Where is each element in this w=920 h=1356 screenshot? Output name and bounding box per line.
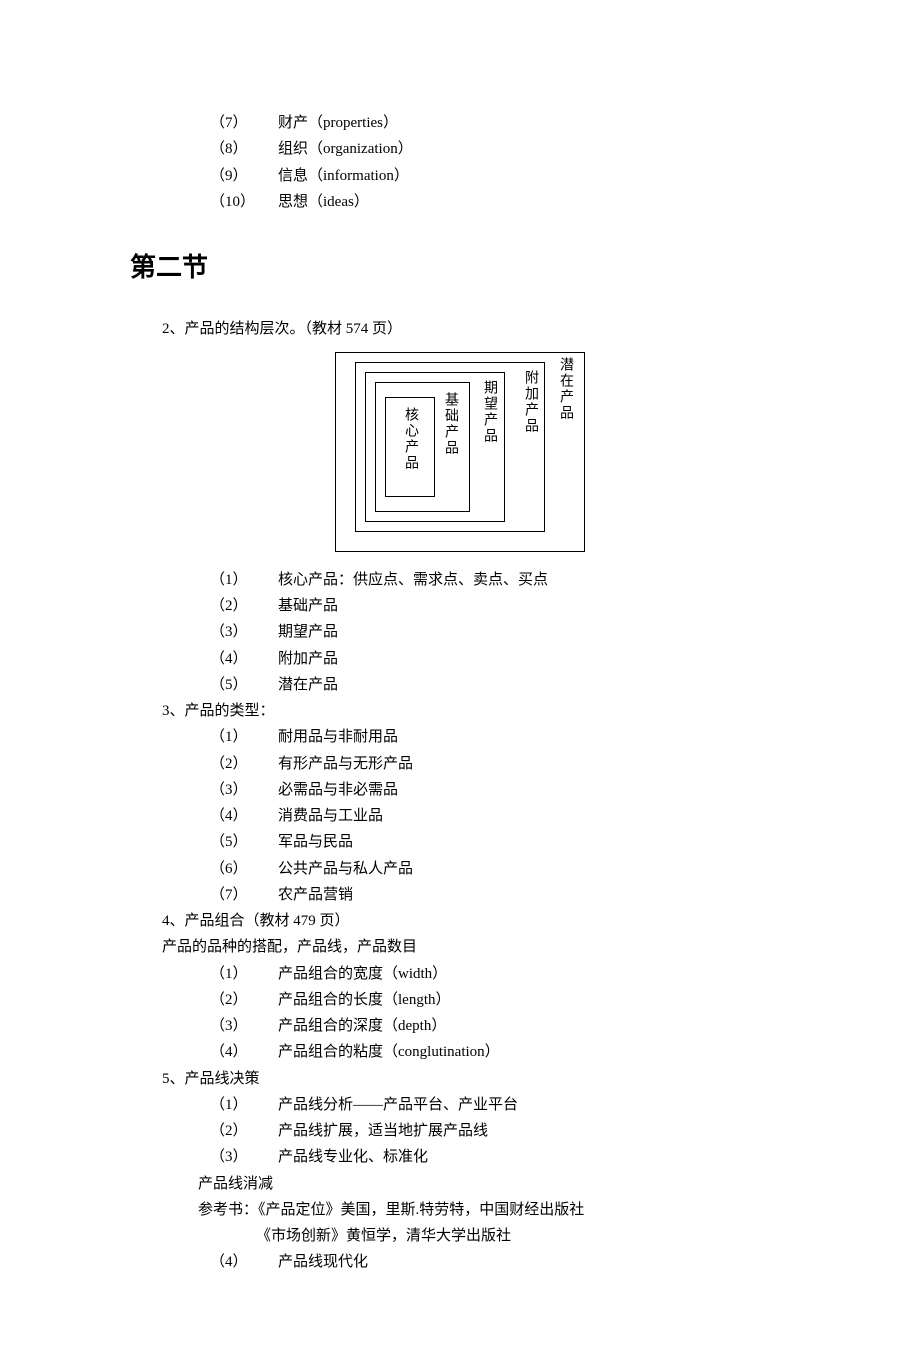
item-number: （2） [210,987,278,1013]
diagram-label-basic: 基础产品 [443,392,457,456]
point-5-note-reduction: 产品线消减 [130,1171,790,1197]
list-item: （2） 产品线扩展，适当地扩展产品线 [210,1118,790,1144]
item-number: （4） [210,646,278,672]
item-number: （2） [210,593,278,619]
item-text: 思想（ideas） [278,189,369,215]
point-3-list: （1） 耐用品与非耐用品 （2） 有形产品与无形产品 （3） 必需品与非必需品 … [130,724,790,908]
item-number: （5） [210,829,278,855]
list-item: （2） 基础产品 [210,593,790,619]
item-text: 附加产品 [278,646,338,672]
list-item: （5） 潜在产品 [210,672,790,698]
item-text: 产品线扩展，适当地扩展产品线 [278,1118,488,1144]
item-text: 消费品与工业品 [278,803,383,829]
list-item: （3） 产品线专业化、标准化 [210,1144,790,1170]
item-text: 军品与民品 [278,829,353,855]
item-number: （3） [210,619,278,645]
list-item: （7） 农产品营销 [210,882,790,908]
point-5-list-a: （1） 产品线分析——产品平台、产业平台 （2） 产品线扩展，适当地扩展产品线 … [130,1092,790,1171]
list-item: （1） 耐用品与非耐用品 [210,724,790,750]
item-number: （1） [210,961,278,987]
diagram-label-expected: 期望产品 [482,380,496,444]
item-number: （5） [210,672,278,698]
item-text: 耐用品与非耐用品 [278,724,398,750]
item-text: 产品组合的深度（depth） [278,1013,446,1039]
diagram-label-augmented: 附加产品 [523,370,537,434]
diagram-label-potential: 潜在产品 [558,357,572,421]
list-item: （5） 军品与民品 [210,829,790,855]
point-4-list: （1） 产品组合的宽度（width） （2） 产品组合的长度（length） （… [130,961,790,1066]
list-item: （1） 核心产品：供应点、需求点、卖点、买点 [210,567,790,593]
item-text: 信息（information） [278,163,409,189]
item-number: （2） [210,1118,278,1144]
list-item: （3） 必需品与非必需品 [210,777,790,803]
list-item: （2） 产品组合的长度（length） [210,987,790,1013]
point-5-reference-2: 《市场创新》黄恒学，清华大学出版社 [130,1223,790,1249]
item-text: 农产品营销 [278,882,353,908]
item-number: （4） [210,1039,278,1065]
point-2-heading: 2、产品的结构层次。（教材 574 页） [130,316,790,342]
item-number: （4） [210,803,278,829]
point-3-heading: 3、产品的类型： [130,698,790,724]
item-text: 期望产品 [278,619,338,645]
list-item: （1） 产品线分析——产品平台、产业平台 [210,1092,790,1118]
item-text: 产品组合的长度（length） [278,987,451,1013]
item-number: （3） [210,777,278,803]
point-4-subtext: 产品的品种的搭配，产品线，产品数目 [130,934,790,960]
item-number: （10） [210,189,278,215]
item-text: 有形产品与无形产品 [278,751,413,777]
item-text: 产品组合的宽度（width） [278,961,447,987]
item-text: 潜在产品 [278,672,338,698]
item-number: （8） [210,136,278,162]
section-title: 第二节 [130,245,790,291]
diagram-label-core: 核心产品 [403,407,417,471]
continued-list: （7） 财产（properties） （8） 组织（organization） … [130,110,790,215]
list-item: （4） 产品线现代化 [210,1249,790,1275]
item-number: （4） [210,1249,278,1275]
point-2-list: （1） 核心产品：供应点、需求点、卖点、买点 （2） 基础产品 （3） 期望产品… [130,567,790,698]
item-number: （3） [210,1144,278,1170]
point-5-reference-1: 参考书：《产品定位》美国，里斯.特劳特，中国财经出版社 [130,1197,790,1223]
list-item: （4） 附加产品 [210,646,790,672]
item-number: （7） [210,110,278,136]
list-item: （8） 组织（organization） [210,136,790,162]
point-5-list-b: （4） 产品线现代化 [130,1249,790,1275]
item-text: 公共产品与私人产品 [278,856,413,882]
item-number: （9） [210,163,278,189]
list-item: （9） 信息（information） [210,163,790,189]
item-text: 财产（properties） [278,110,398,136]
item-number: （2） [210,751,278,777]
list-item: （2） 有形产品与无形产品 [210,751,790,777]
list-item: （1） 产品组合的宽度（width） [210,961,790,987]
list-item: （4） 消费品与工业品 [210,803,790,829]
item-text: 核心产品：供应点、需求点、卖点、买点 [278,567,548,593]
item-text: 必需品与非必需品 [278,777,398,803]
list-item: （3） 产品组合的深度（depth） [210,1013,790,1039]
item-number: （1） [210,724,278,750]
item-number: （3） [210,1013,278,1039]
list-item: （6） 公共产品与私人产品 [210,856,790,882]
item-number: （1） [210,1092,278,1118]
list-item: （7） 财产（properties） [210,110,790,136]
list-item: （4） 产品组合的粘度（conglutination） [210,1039,790,1065]
item-text: 产品组合的粘度（conglutination） [278,1039,500,1065]
nested-boxes-diagram: 核心产品 基础产品 期望产品 附加产品 潜在产品 [335,352,585,552]
item-text: 组织（organization） [278,136,413,162]
item-text: 基础产品 [278,593,338,619]
item-text: 产品线分析——产品平台、产业平台 [278,1092,518,1118]
item-text: 产品线现代化 [278,1249,368,1275]
item-number: （7） [210,882,278,908]
point-5-heading: 5、产品线决策 [130,1066,790,1092]
item-text: 产品线专业化、标准化 [278,1144,428,1170]
product-level-diagram: 核心产品 基础产品 期望产品 附加产品 潜在产品 [130,352,790,552]
list-item: （3） 期望产品 [210,619,790,645]
point-4-heading: 4、产品组合（教材 479 页） [130,908,790,934]
list-item: （10） 思想（ideas） [210,189,790,215]
item-number: （1） [210,567,278,593]
item-number: （6） [210,856,278,882]
